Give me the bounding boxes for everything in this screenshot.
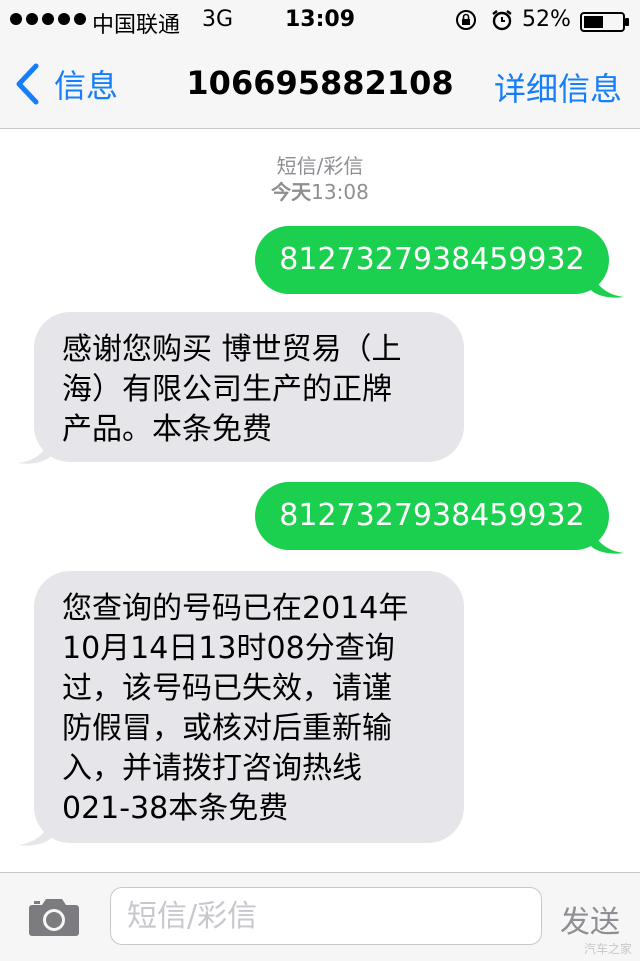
bubble-tail xyxy=(18,435,52,464)
outgoing-message[interactable]: 8127327938459932 xyxy=(255,226,609,294)
battery-percent: 52% xyxy=(522,7,571,32)
compose-bar: 发送 汽车之家 xyxy=(0,872,640,961)
message-line: 感谢您购买 博世贸易（上 xyxy=(62,332,402,367)
battery-icon xyxy=(580,12,629,32)
bubble-tail xyxy=(590,525,624,554)
timestamp: 今天13:08 xyxy=(271,180,369,204)
message-line: 021-38本条免费 xyxy=(62,791,289,826)
watermark: 汽车之家 xyxy=(583,942,632,956)
bubble-tail xyxy=(590,269,624,298)
message-line: 10月14日13时08分查询 xyxy=(62,631,395,666)
message-line: 您查询的号码已在2014年 xyxy=(62,591,409,626)
details-button[interactable]: 详细信息 xyxy=(494,64,622,110)
message-line: 过，该号码已失效，请谨 xyxy=(62,671,392,706)
message-line: 入，并请拨打咨询热线 xyxy=(62,751,362,786)
rotation-lock-icon xyxy=(456,10,476,30)
thread-header: 短信/彩信 今天13:08 xyxy=(0,153,640,205)
message-text: 8127327938459932 xyxy=(279,498,585,533)
service-label: 短信/彩信 xyxy=(276,154,364,178)
message-text: 8127327938459932 xyxy=(279,242,585,277)
message-line: 海）有限公司生产的正牌 xyxy=(62,372,392,407)
message-thread[interactable]: 短信/彩信 今天13:08 8127327938459932 感谢您购买 博世贸… xyxy=(0,129,640,872)
message-input[interactable] xyxy=(110,887,542,945)
alarm-icon xyxy=(492,10,512,31)
bubble-tail xyxy=(18,817,52,846)
send-button[interactable]: 发送 xyxy=(560,897,620,941)
navigation-bar: 信息 106695882108 详细信息 xyxy=(0,40,640,129)
chevron-left-icon xyxy=(16,63,39,105)
status-bar: 中国联通 3G 13:09 52% xyxy=(0,0,640,40)
camera-icon[interactable] xyxy=(28,895,80,937)
incoming-message[interactable]: 感谢您购买 博世贸易（上 海）有限公司生产的正牌 产品。本条免费 xyxy=(34,312,464,462)
message-line: 产品。本条免费 xyxy=(62,412,272,447)
incoming-message[interactable]: 您查询的号码已在2014年 10月14日13时08分查询 过，该号码已失效，请谨… xyxy=(34,571,464,843)
back-button[interactable]: 信息 xyxy=(14,62,118,106)
message-line: 防假冒，或核对后重新输 xyxy=(62,711,392,746)
back-label: 信息 xyxy=(54,67,119,105)
outgoing-message[interactable]: 8127327938459932 xyxy=(255,482,609,550)
